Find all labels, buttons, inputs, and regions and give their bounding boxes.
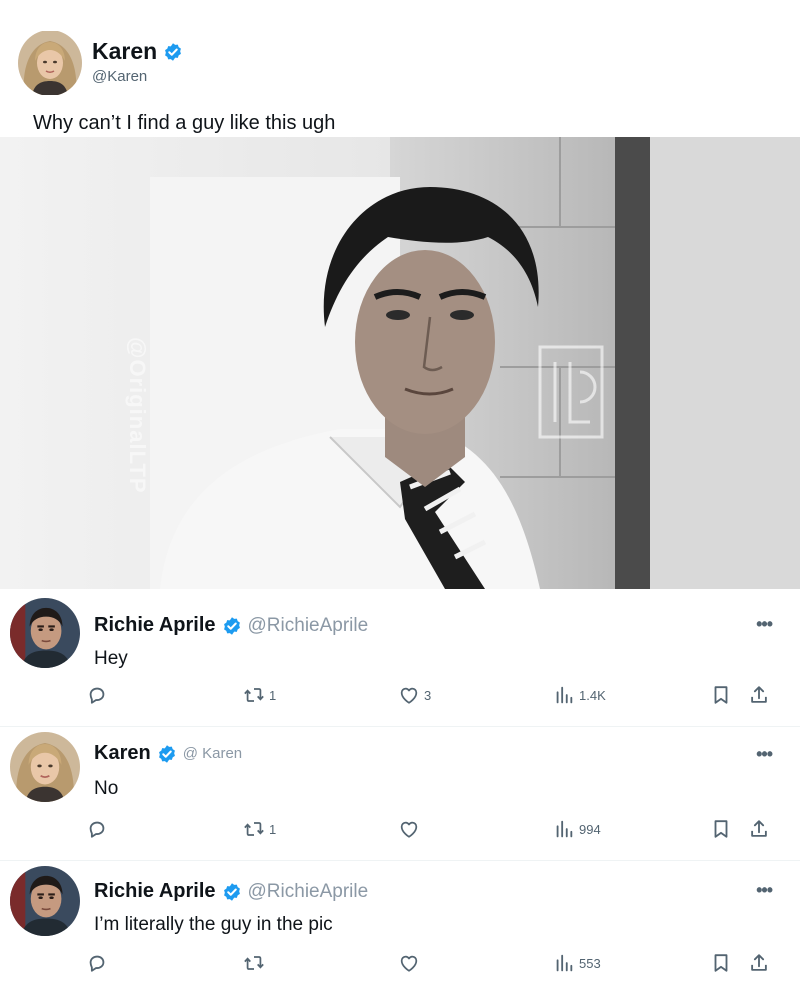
verified-badge-icon	[163, 42, 183, 62]
views-icon	[553, 684, 575, 706]
view-count: 994	[579, 821, 601, 837]
divider	[0, 860, 800, 861]
retweet-button[interactable]: 1	[243, 684, 276, 706]
avatar[interactable]	[10, 732, 80, 802]
retweet-button[interactable]	[243, 952, 269, 974]
author-name-row: Karen	[92, 38, 183, 65]
retweet-icon	[243, 684, 265, 706]
views-button[interactable]: 553	[553, 952, 601, 974]
post-text: Why can’t I find a guy like this ugh	[33, 112, 336, 134]
retweet-button[interactable]: 1	[243, 818, 276, 840]
avatar[interactable]	[18, 30, 82, 96]
like-button[interactable]	[398, 952, 424, 974]
avatar-richie-image	[10, 866, 80, 936]
verified-badge-icon	[222, 616, 242, 636]
reply-author-handle[interactable]: @ Karen	[183, 745, 242, 762]
verified-badge-icon	[157, 744, 177, 764]
views-icon	[553, 818, 575, 840]
heart-icon	[398, 818, 420, 840]
reply-button[interactable]	[86, 818, 108, 840]
photo-image	[0, 137, 800, 589]
author-handle[interactable]: @Karen	[92, 68, 147, 85]
avatar-richie-image	[10, 598, 80, 668]
reply-3[interactable]: Richie Aprile @RichieAprile I’m literall…	[0, 864, 800, 1000]
reply-author-name[interactable]: Richie Aprile	[94, 614, 216, 637]
post-photo[interactable]: @OriginalLTP	[0, 137, 800, 589]
reply-icon	[86, 818, 108, 840]
like-button[interactable]	[398, 818, 424, 840]
post-header: Karen @Karen	[18, 30, 778, 100]
reply-button[interactable]	[86, 684, 108, 706]
photo-watermark: @OriginalLTP	[125, 337, 150, 494]
reply-2[interactable]: Karen @ Karen No ••• 1 994	[0, 730, 800, 860]
reply-name-row: Richie Aprile @RichieAprile	[94, 880, 368, 903]
like-count: 3	[424, 687, 432, 703]
bookmark-icon	[710, 952, 732, 974]
bookmark-button[interactable]	[710, 684, 732, 706]
share-icon	[748, 818, 770, 840]
bookmark-icon	[710, 684, 732, 706]
reply-name-row: Richie Aprile @RichieAprile	[94, 614, 368, 637]
reply-text: No	[94, 778, 119, 799]
reply-author-name[interactable]: Richie Aprile	[94, 880, 216, 903]
reply-author-name[interactable]: Karen	[94, 742, 151, 765]
retweet-icon	[243, 952, 265, 974]
avatar[interactable]	[10, 866, 80, 936]
view-count: 553	[579, 955, 601, 971]
reply-icon	[86, 952, 108, 974]
heart-icon	[398, 952, 420, 974]
reply-text: Hey	[94, 648, 128, 669]
reply-actions: 1 3 1.4K	[0, 684, 800, 710]
reply-icon	[86, 684, 108, 706]
more-icon[interactable]: •••	[756, 614, 773, 635]
share-button[interactable]	[748, 818, 770, 840]
reply-1[interactable]: Richie Aprile @RichieAprile Hey ••• 1 3 …	[0, 596, 800, 726]
retweet-count: 1	[269, 821, 277, 837]
reply-author-handle[interactable]: @RichieAprile	[248, 615, 369, 637]
more-icon[interactable]: •••	[756, 880, 773, 901]
share-icon	[748, 952, 770, 974]
more-icon[interactable]: •••	[756, 744, 773, 765]
divider	[0, 726, 800, 727]
verified-badge-icon	[222, 882, 242, 902]
avatar-karen-image	[18, 30, 82, 96]
bookmark-button[interactable]	[710, 952, 732, 974]
like-button[interactable]: 3	[398, 684, 431, 706]
bookmark-button[interactable]	[710, 818, 732, 840]
reply-text: I’m literally the guy in the pic	[94, 914, 333, 935]
avatar[interactable]	[10, 598, 80, 668]
reply-button[interactable]	[86, 952, 108, 974]
retweet-count: 1	[269, 687, 277, 703]
views-button[interactable]: 994	[553, 818, 601, 840]
author-name[interactable]: Karen	[92, 38, 157, 65]
heart-icon	[398, 684, 420, 706]
share-button[interactable]	[748, 952, 770, 974]
view-count: 1.4K	[579, 687, 606, 703]
reply-author-handle[interactable]: @RichieAprile	[248, 881, 369, 903]
retweet-icon	[243, 818, 265, 840]
bookmark-icon	[710, 818, 732, 840]
share-icon	[748, 684, 770, 706]
views-button[interactable]: 1.4K	[553, 684, 606, 706]
avatar-karen-image	[10, 732, 80, 802]
reply-actions: 553	[0, 952, 800, 978]
share-button[interactable]	[748, 684, 770, 706]
views-icon	[553, 952, 575, 974]
reply-name-row: Karen @ Karen	[94, 742, 242, 765]
reply-actions: 1 994	[0, 818, 800, 844]
